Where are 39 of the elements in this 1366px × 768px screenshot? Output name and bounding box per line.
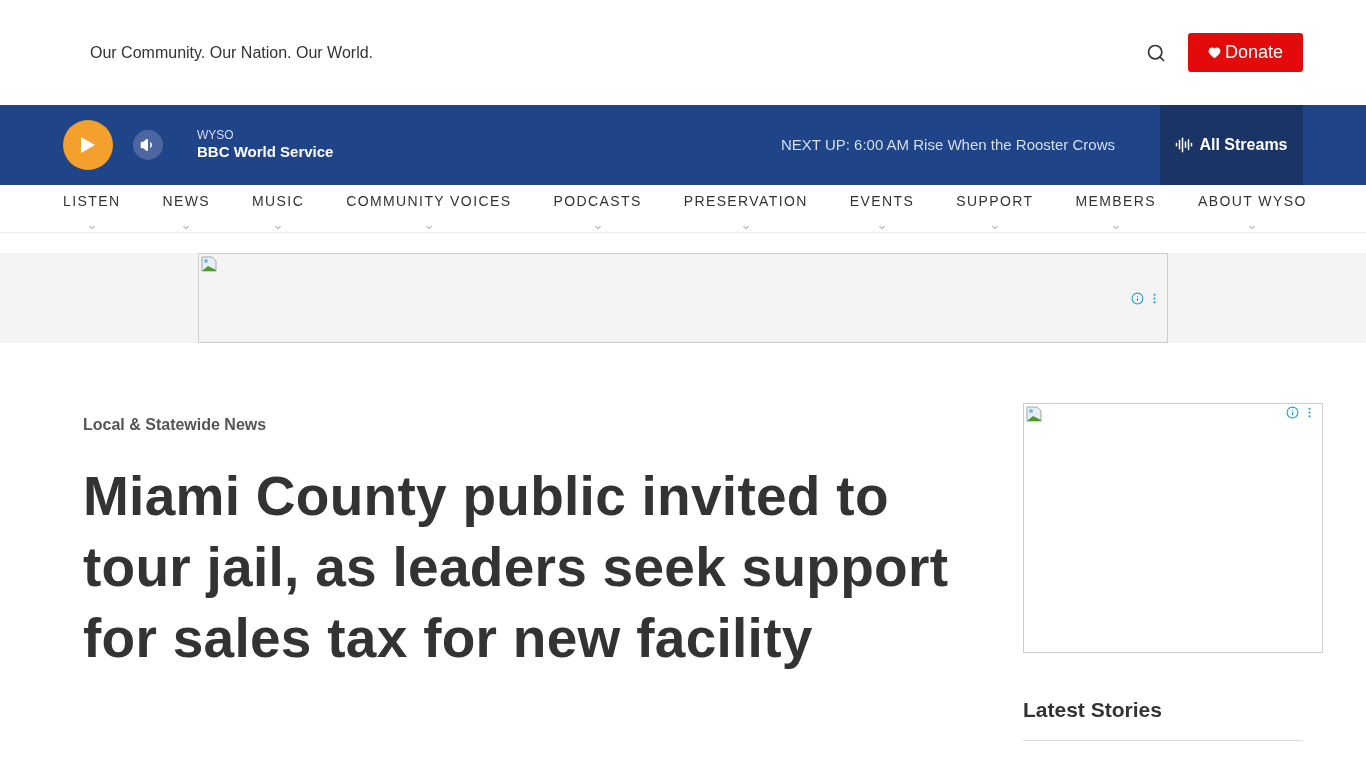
info-icon[interactable] (1131, 291, 1144, 305)
chevron-down-icon (740, 223, 751, 232)
all-streams-button[interactable]: All Streams (1160, 105, 1303, 185)
nav-item[interactable]: NEWS (162, 185, 211, 232)
chevron-down-icon (86, 223, 97, 232)
chevron-down-icon (877, 223, 887, 232)
chevron-down-icon (273, 223, 284, 232)
broken-image-icon (201, 256, 217, 272)
chevron-down-icon (1247, 223, 1258, 232)
nav-item[interactable]: ABOUT WYSO (1198, 185, 1307, 232)
volume-button[interactable] (133, 130, 163, 160)
play-icon (81, 137, 95, 153)
chevron-down-icon (423, 223, 434, 232)
section-heading: Latest Stories (1023, 697, 1163, 723)
site-tagline: Our Community. Our Nation. Our World. (90, 42, 374, 63)
nav-item[interactable]: EVENTS (849, 185, 915, 232)
chevron-down-icon (989, 223, 1000, 232)
chevron-down-icon (1110, 223, 1121, 232)
nav-item[interactable]: MUSIC (252, 185, 305, 232)
nav-item[interactable]: PRESERVATION (683, 185, 808, 232)
article-category[interactable]: Local & Statewide News (83, 413, 983, 437)
audio-wave-icon (1175, 136, 1194, 154)
broken-image-icon (1026, 406, 1042, 422)
article-headline: Miami County public invited to tour jail, as leaders seek support for sales tax for new facility (83, 464, 950, 671)
chevron-down-icon (592, 223, 603, 232)
nav-item[interactable]: LISTEN (63, 185, 121, 232)
info-icon[interactable] (1286, 406, 1299, 419)
next-up-text: NEXT UP: 6:00 AM Rise When the Rooster Crows (781, 134, 1115, 155)
program-title: BBC World Service (197, 142, 334, 162)
nav-item[interactable]: MEMBERS (1075, 185, 1157, 232)
chevron-down-icon (181, 223, 192, 232)
heart-icon (1207, 46, 1221, 59)
nav-item[interactable]: SUPPORT (956, 185, 1034, 232)
donate-button[interactable]: Donate (1188, 33, 1303, 72)
station-name: WYSO (197, 128, 235, 142)
nav-item[interactable]: COMMUNITY VOICES (346, 185, 512, 232)
nav-item[interactable]: PODCASTS (553, 185, 642, 232)
search-icon[interactable] (1146, 42, 1166, 63)
play-button[interactable] (63, 120, 113, 170)
